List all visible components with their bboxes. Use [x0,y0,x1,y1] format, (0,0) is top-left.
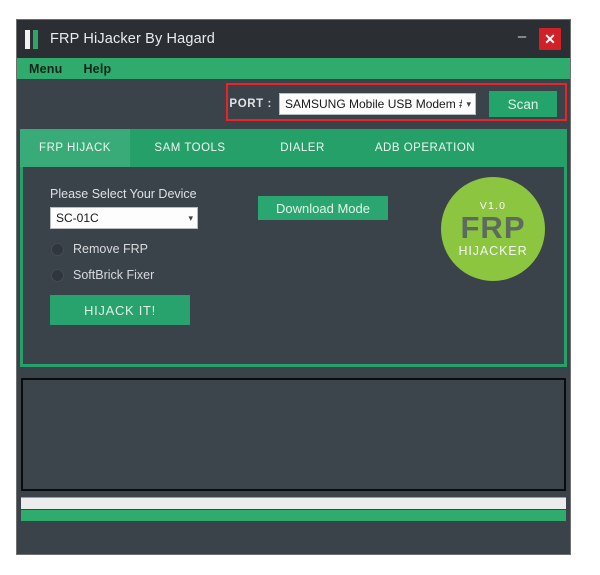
radio-remove-frp[interactable]: Remove FRP [51,242,148,256]
device-select-label: Please Select Your Device [50,187,197,201]
footer-area [17,523,570,549]
radio-dot-icon [51,268,64,282]
menu-item-menu[interactable]: Menu [29,62,62,76]
radio-dot-icon [51,242,64,256]
progress-bar [21,497,566,509]
menu-item-help[interactable]: Help [83,62,111,76]
window-title: FRP HiJacker By Hagard [50,31,216,47]
frp-hijacker-logo: V1.0 FRP HIJACKER [441,177,545,281]
logo-sub-text: HIJACKER [458,244,528,259]
scan-button[interactable]: Scan [489,91,557,117]
app-window: FRP HiJacker By Hagard – ✕ Menu Help POR… [17,20,570,554]
tab-adb-operation[interactable]: ADB OPERATION [355,129,495,167]
log-output[interactable] [21,378,566,491]
download-mode-button[interactable]: Download Mode [258,196,388,220]
radio-remove-frp-label: Remove FRP [73,242,149,256]
hijack-it-button[interactable]: HIJACK IT! [50,295,190,325]
chevron-down-icon: ▾ [466,98,471,109]
radio-softbrick-fixer[interactable]: SoftBrick Fixer [51,268,154,282]
port-row: PORT : SAMSUNG Mobile USB Modem # ▾ Scan [17,79,570,129]
app-bars-icon [25,29,41,49]
frp-hijack-panel: Please Select Your Device SC-01C ▾ Downl… [20,167,567,367]
minimize-button[interactable]: – [509,23,535,55]
device-select[interactable]: SC-01C ▾ [50,207,198,229]
window-controls: – ✕ [509,20,570,58]
tab-sam-tools[interactable]: SAM TOOLS [130,129,250,167]
status-bar [21,510,566,521]
port-select-value: SAMSUNG Mobile USB Modem # [285,97,463,111]
chevron-down-icon: ▾ [188,212,193,223]
tab-frp-hijack[interactable]: FRP HIJACK [20,129,130,167]
title-bar: FRP HiJacker By Hagard – ✕ [17,20,570,58]
tab-bar: FRP HIJACK SAM TOOLS DIALER ADB OPERATIO… [20,129,567,167]
close-button[interactable]: ✕ [539,28,561,50]
menu-bar: Menu Help [17,58,570,79]
port-label: PORT : [229,98,272,110]
tab-dialer[interactable]: DIALER [250,129,355,167]
radio-softbrick-fixer-label: SoftBrick Fixer [73,268,155,282]
port-select[interactable]: SAMSUNG Mobile USB Modem # ▾ [279,93,476,115]
logo-main-text: FRP [460,209,526,245]
device-select-value: SC-01C [56,211,99,225]
